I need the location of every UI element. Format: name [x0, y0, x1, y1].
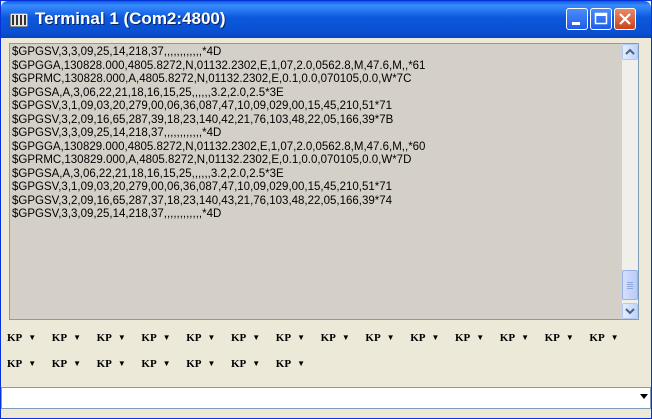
output-line: $GPGSV,3,3,09,25,14,218,37,,,,,,,,,,,,*4…	[12, 46, 222, 58]
minimize-button[interactable]	[566, 8, 588, 30]
dropdown-arrow-icon: ▼	[252, 359, 261, 369]
output-line: $GPGSA,A,3,06,22,21,18,16,15,25,,,,,,3.2…	[12, 167, 284, 180]
dropdown-arrow-icon: ▼	[207, 333, 216, 343]
vertical-scrollbar[interactable]	[622, 44, 638, 319]
kp-button-label: KP	[7, 332, 23, 344]
kp-button-label: KP	[275, 358, 292, 370]
kp-button[interactable]: KP ▼	[365, 327, 394, 349]
output-line: $GPRMC,130829.000,A,4805.8272,N,01132.23…	[12, 154, 412, 166]
kp-button[interactable]: KP ▼	[97, 353, 126, 375]
output-line: $GPGSV,3,3,09,25,14,218,37,,,,,,,,,,,,*4…	[12, 208, 222, 220]
output-line: $GPGSV,3,1,09,03,20,279,00,06,36,087,47,…	[12, 181, 393, 193]
kp-button-label: KP	[275, 332, 292, 344]
kp-button-label: KP	[186, 358, 202, 370]
dropdown-arrow-icon: ▼	[476, 333, 485, 343]
dropdown-arrow-icon: ▼	[73, 359, 81, 369]
kp-button[interactable]: KP ▼	[276, 327, 305, 349]
maximize-button[interactable]	[590, 8, 612, 30]
kp-button[interactable]: KP ▼	[186, 353, 215, 375]
dropdown-arrow-icon: ▼	[28, 359, 37, 369]
scroll-down-button[interactable]	[622, 303, 638, 319]
output-text: $GPGSV,3,3,09,25,14,218,37,,,,,,,,,,,,*4…	[12, 46, 616, 222]
dropdown-arrow-icon: ▼	[431, 333, 440, 343]
kp-button-label: KP	[320, 332, 336, 344]
dropdown-arrow-icon: ▼	[341, 333, 350, 343]
dropdown-arrow-icon: ▼	[297, 333, 305, 343]
dropdown-arrow-icon: ▼	[162, 359, 171, 369]
kp-button-label: KP	[186, 332, 202, 344]
kp-button[interactable]: KP ▼	[7, 353, 36, 375]
kp-button[interactable]: KP ▼	[231, 353, 260, 375]
kp-button[interactable]: KP ▼	[186, 327, 215, 349]
command-input-box[interactable]	[1, 387, 651, 409]
dropdown-arrow-icon: ▼	[117, 359, 126, 369]
dropdown-arrow-icon: ▼	[297, 359, 305, 369]
terminal-output[interactable]: $GPGSV,3,3,09,25,14,218,37,,,,,,,,,,,,*4…	[9, 43, 639, 320]
chevron-up-icon	[625, 48, 635, 55]
dropdown-arrow-icon[interactable]	[640, 394, 648, 399]
dropdown-arrow-icon: ▼	[117, 333, 126, 343]
kp-button[interactable]: KP ▼	[589, 327, 618, 349]
kp-button-label: KP	[231, 332, 247, 344]
dropdown-arrow-icon: ▼	[28, 333, 37, 343]
terminal-window: Terminal 1 (Com2:4800) $GPGSV,3,3,09,25,…	[0, 0, 652, 419]
kp-button-label: KP	[589, 332, 605, 344]
dropdown-arrow-icon: ▼	[386, 333, 395, 343]
chevron-down-icon	[625, 308, 635, 315]
kp-button[interactable]: KP ▼	[7, 327, 36, 349]
kp-button-label: KP	[96, 332, 112, 344]
kp-button-label: KP	[455, 332, 471, 344]
close-button[interactable]	[614, 8, 636, 30]
kp-button-label: KP	[141, 332, 157, 344]
kp-button-label: KP	[499, 332, 516, 344]
kp-button-label: KP	[410, 332, 426, 344]
dropdown-arrow-icon: ▼	[207, 359, 216, 369]
output-line: $GPGSV,3,1,09,03,20,279,00,06,36,087,47,…	[12, 100, 393, 112]
output-line: $GPGSV,3,3,09,25,14,218,37,,,,,,,,,,,,*4…	[12, 127, 222, 139]
output-line: $GPGSA,A,3,06,22,21,18,16,15,25,,,,,,3.2…	[12, 86, 284, 99]
output-line: $GPGSV,3,2,09,16,65,287,39,18,23,140,42,…	[12, 113, 394, 126]
kp-button[interactable]: KP ▼	[321, 327, 350, 349]
output-line: $GPGSV,3,2,09,16,65,287,37,18,23,140,43,…	[12, 194, 393, 207]
kp-button[interactable]: KP ▼	[141, 327, 170, 349]
kp-button[interactable]: KP ▼	[410, 327, 439, 349]
dropdown-arrow-icon: ▼	[73, 333, 81, 343]
kp-button-label: KP	[544, 332, 560, 344]
kp-button-label: KP	[7, 358, 23, 370]
kp-button-label: KP	[51, 332, 68, 344]
command-input[interactable]	[4, 389, 628, 409]
dropdown-arrow-icon: ▼	[565, 333, 574, 343]
output-line: $GPRMC,130828.000,A,4805.8272,N,01132.23…	[12, 73, 412, 85]
dropdown-arrow-icon: ▼	[162, 333, 171, 343]
scroll-up-button[interactable]	[622, 44, 638, 60]
kp-button[interactable]: KP ▼	[52, 353, 81, 375]
output-line: $GPGGA,130829.000,4805.8272,N,01132.2302…	[12, 140, 426, 153]
kp-button[interactable]: KP ▼	[545, 327, 574, 349]
terminal-app-icon	[10, 13, 28, 27]
kp-button-label: KP	[365, 332, 381, 344]
keypad-button-area: KP ▼ KP ▼ KP ▼ KP ▼ KP ▼ KP ▼ KP ▼ KP ▼ KP ▼ KP ▼ KP ▼ KP ▼ KP ▼ K…	[1, 323, 651, 383]
maximize-icon	[594, 12, 608, 25]
close-icon	[619, 13, 631, 25]
kp-button-label: KP	[231, 358, 247, 370]
kp-button[interactable]: KP ▼	[231, 327, 260, 349]
title-bar[interactable]: Terminal 1 (Com2:4800)	[1, 1, 651, 38]
dropdown-arrow-icon: ▼	[252, 333, 261, 343]
output-line: $GPGGA,130828.000,4805.8272,N,01132.2302…	[12, 59, 426, 72]
kp-button[interactable]: KP ▼	[276, 353, 305, 375]
scrollbar-thumb[interactable]	[622, 270, 638, 300]
kp-button-label: KP	[51, 358, 68, 370]
kp-button[interactable]: KP ▼	[500, 327, 529, 349]
kp-button[interactable]: KP ▼	[97, 327, 126, 349]
minimize-icon	[572, 22, 580, 25]
dropdown-arrow-icon: ▼	[610, 333, 619, 343]
kp-button-label: KP	[96, 358, 112, 370]
window-title: Terminal 1 (Com2:4800)	[35, 9, 226, 28]
kp-button[interactable]: KP ▼	[455, 327, 484, 349]
kp-button-label: KP	[141, 358, 157, 370]
dropdown-arrow-icon: ▼	[521, 333, 529, 343]
kp-button[interactable]: KP ▼	[52, 327, 81, 349]
kp-button[interactable]: KP ▼	[141, 353, 170, 375]
